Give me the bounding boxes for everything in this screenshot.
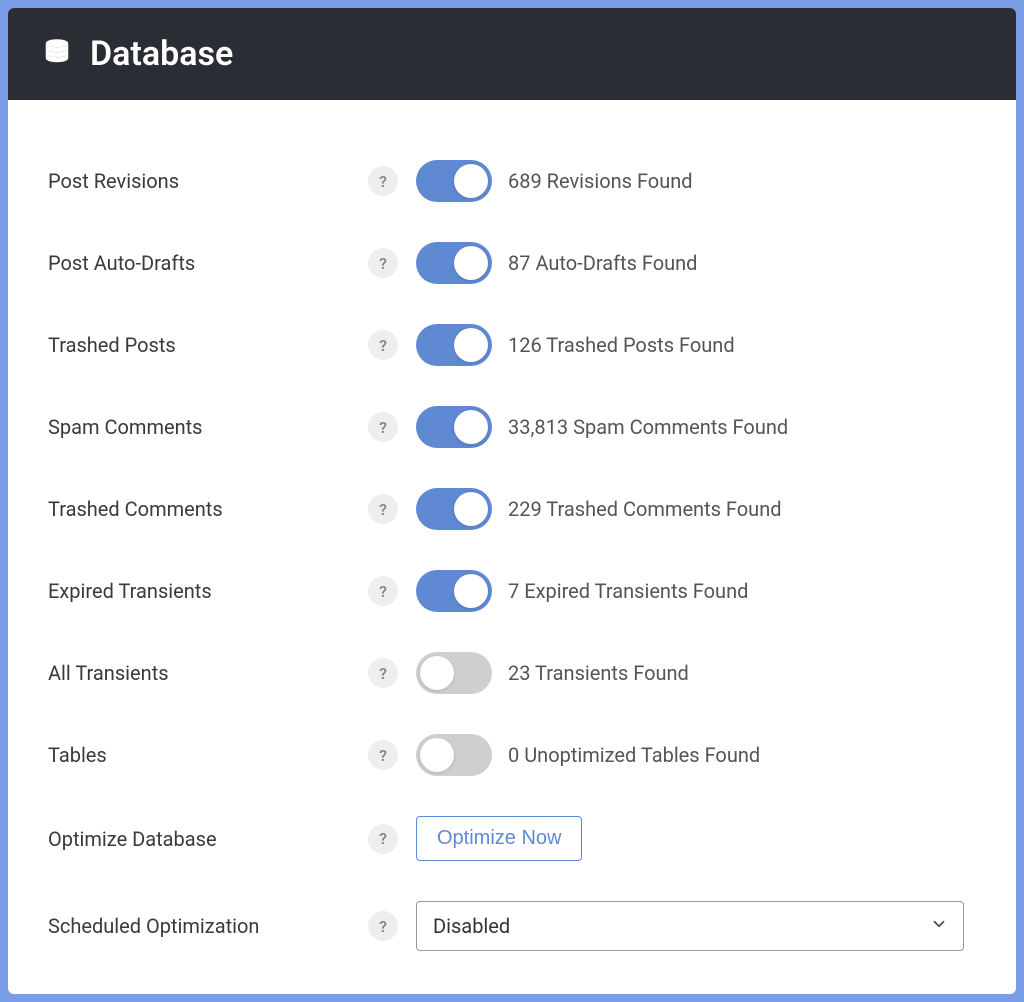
help-icon[interactable]: ? [368,330,398,360]
label-expired-transients: Expired Transients [48,579,368,603]
scheduled-select-wrap: Disabled [416,901,964,951]
panel-title: Database [90,34,233,74]
row-scheduled-optimization: Scheduled Optimization ? Disabled [48,881,976,971]
toggle-post-auto-drafts[interactable] [416,242,492,284]
label-post-auto-drafts: Post Auto-Drafts [48,251,368,275]
row-trashed-posts: Trashed Posts ? 126 Trashed Posts Found [48,304,976,386]
status-expired-transients: 7 Expired Transients Found [508,579,748,603]
status-trashed-posts: 126 Trashed Posts Found [508,333,735,357]
help-icon[interactable]: ? [368,911,398,941]
toggle-tables[interactable] [416,734,492,776]
help-icon[interactable]: ? [368,740,398,770]
help-icon[interactable]: ? [368,494,398,524]
row-tables: Tables ? 0 Unoptimized Tables Found [48,714,976,796]
database-icon [42,37,72,71]
toggle-post-revisions[interactable] [416,160,492,202]
panel-header: Database [8,8,1016,100]
help-icon[interactable]: ? [368,248,398,278]
status-tables: 0 Unoptimized Tables Found [508,743,760,767]
row-trashed-comments: Trashed Comments ? 229 Trashed Comments … [48,468,976,550]
help-icon[interactable]: ? [368,412,398,442]
help-icon[interactable]: ? [368,658,398,688]
status-spam-comments: 33,813 Spam Comments Found [508,415,788,439]
label-trashed-comments: Trashed Comments [48,497,368,521]
toggle-trashed-posts[interactable] [416,324,492,366]
optimize-now-button[interactable]: Optimize Now [416,816,582,861]
row-all-transients: All Transients ? 23 Transients Found [48,632,976,714]
panel-content: Post Revisions ? 689 Revisions Found Pos… [8,100,1016,994]
row-spam-comments: Spam Comments ? 33,813 Spam Comments Fou… [48,386,976,468]
help-icon[interactable]: ? [368,824,398,854]
help-icon[interactable]: ? [368,166,398,196]
help-icon[interactable]: ? [368,576,398,606]
row-post-auto-drafts: Post Auto-Drafts ? 87 Auto-Drafts Found [48,222,976,304]
scheduled-optimization-select[interactable]: Disabled [416,901,964,951]
toggle-all-transients[interactable] [416,652,492,694]
database-panel: Database Post Revisions ? 689 Revisions … [8,8,1016,994]
toggle-trashed-comments[interactable] [416,488,492,530]
row-expired-transients: Expired Transients ? 7 Expired Transient… [48,550,976,632]
status-post-revisions: 689 Revisions Found [508,169,693,193]
label-spam-comments: Spam Comments [48,415,368,439]
row-optimize-database: Optimize Database ? Optimize Now [48,796,976,881]
label-all-transients: All Transients [48,661,368,685]
toggle-spam-comments[interactable] [416,406,492,448]
status-trashed-comments: 229 Trashed Comments Found [508,497,782,521]
label-scheduled-optimization: Scheduled Optimization [48,914,368,938]
row-post-revisions: Post Revisions ? 689 Revisions Found [48,140,976,222]
status-post-auto-drafts: 87 Auto-Drafts Found [508,251,697,275]
toggle-expired-transients[interactable] [416,570,492,612]
label-trashed-posts: Trashed Posts [48,333,368,357]
status-all-transients: 23 Transients Found [508,661,689,685]
label-tables: Tables [48,743,368,767]
label-post-revisions: Post Revisions [48,169,368,193]
label-optimize-database: Optimize Database [48,827,368,851]
